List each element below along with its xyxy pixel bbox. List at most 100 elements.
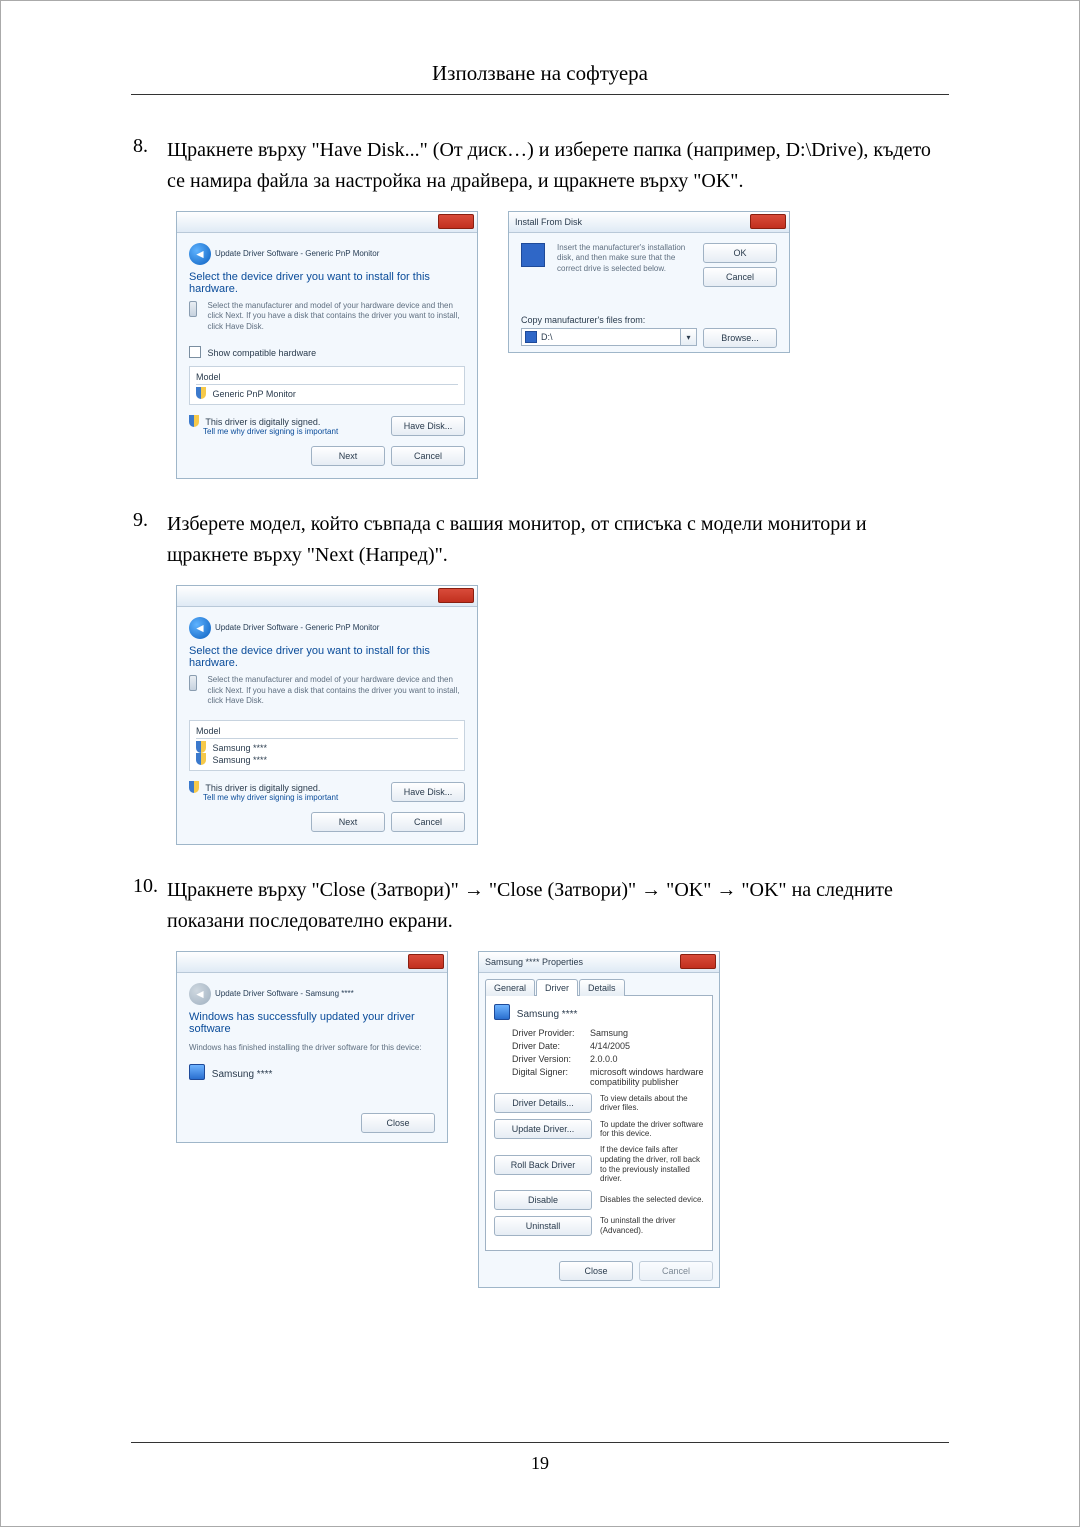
back-icon[interactable]: ◄	[189, 617, 211, 639]
update-driver-desc: To update the driver software for this d…	[600, 1120, 704, 1139]
date-label: Driver Date:	[512, 1041, 590, 1051]
step-9-text: Изберете модел, който съвпада с вашия мо…	[167, 509, 949, 571]
update-driver-window: ◄ Update Driver Software - Generic PnP M…	[176, 211, 478, 479]
driver-details-desc: To view details about the driver files.	[600, 1094, 704, 1113]
have-disk-button[interactable]: Have Disk...	[391, 416, 465, 436]
chevron-down-icon[interactable]: ▾	[680, 329, 696, 345]
signed-shield-icon	[189, 781, 199, 793]
signing-link[interactable]: Tell me why driver signing is important	[203, 793, 338, 802]
driver-details-button[interactable]: Driver Details...	[494, 1093, 592, 1113]
step-9-screenshots: ◄ Update Driver Software - Generic PnP M…	[176, 585, 949, 845]
cancel-button: Cancel	[639, 1261, 713, 1281]
window-titlebar	[177, 212, 477, 233]
model-list: Model Samsung **** Samsung ****	[189, 720, 465, 771]
cancel-button[interactable]: Cancel	[391, 446, 465, 466]
success-desc: Windows has finished installing the driv…	[189, 1043, 435, 1053]
page-title: Използване на софтуера	[131, 61, 949, 86]
tab-details[interactable]: Details	[579, 979, 625, 996]
have-disk-button[interactable]: Have Disk...	[391, 782, 465, 802]
monitor-icon	[189, 1064, 205, 1080]
disable-button[interactable]: Disable	[494, 1190, 592, 1210]
step-10-screenshots: ◄ Update Driver Software - Samsung **** …	[176, 951, 949, 1287]
footer-rule	[131, 1442, 949, 1443]
uninstall-desc: To uninstall the driver (Advanced).	[600, 1216, 704, 1235]
path-value: D:\	[541, 332, 553, 342]
window-titlebar: Samsung **** Properties	[479, 952, 719, 973]
next-button[interactable]: Next	[311, 812, 385, 832]
properties-window: Samsung **** Properties General Driver D…	[478, 951, 720, 1287]
uninstall-button[interactable]: Uninstall	[494, 1216, 592, 1236]
close-icon[interactable]	[680, 954, 716, 969]
success-window: ◄ Update Driver Software - Samsung **** …	[176, 951, 448, 1143]
window-titlebar: Install From Disk	[509, 212, 789, 233]
back-icon[interactable]: ◄	[189, 243, 211, 265]
signing-link[interactable]: Tell me why driver signing is important	[203, 427, 338, 436]
cancel-button[interactable]: Cancel	[703, 267, 777, 287]
shield-icon	[196, 387, 206, 399]
step-9: 9. Изберете модел, който съвпада с вашия…	[131, 509, 949, 571]
next-button[interactable]: Next	[311, 446, 385, 466]
breadcrumb-text: Update Driver Software - Samsung ****	[215, 989, 354, 999]
rollback-button[interactable]: Roll Back Driver	[494, 1155, 592, 1175]
breadcrumb-text: Update Driver Software - Generic PnP Mon…	[215, 249, 379, 259]
model-item-1[interactable]: Samsung ****	[196, 741, 458, 753]
model-header: Model	[196, 726, 458, 739]
step-8-text: Щракнете върху "Have Disk..." (От диск…)…	[167, 135, 949, 197]
window-title-text: Samsung **** Properties	[485, 957, 583, 967]
close-icon[interactable]	[438, 214, 474, 229]
tabs: General Driver Details	[485, 979, 713, 996]
step-8-number: 8.	[131, 135, 167, 197]
ok-button[interactable]: OK	[703, 243, 777, 263]
close-button[interactable]: Close	[361, 1113, 435, 1133]
disable-desc: Disables the selected device.	[600, 1195, 704, 1205]
step-9-number: 9.	[131, 509, 167, 571]
path-dropdown[interactable]: D:\ ▾	[521, 328, 697, 346]
model-item-label: Samsung ****	[213, 755, 268, 765]
shield-icon	[196, 741, 206, 753]
model-item-label: Generic PnP Monitor	[213, 389, 296, 399]
device-name: Samsung ****	[212, 1069, 273, 1080]
wizard-desc: Select the manufacturer and model of you…	[207, 301, 465, 332]
update-driver-button[interactable]: Update Driver...	[494, 1119, 592, 1139]
install-from-disk-window: Install From Disk Insert the manufacture…	[508, 211, 790, 353]
model-header: Model	[196, 372, 458, 385]
close-icon[interactable]	[750, 214, 786, 229]
rollback-desc: If the device fails after updating the d…	[600, 1145, 704, 1183]
window-title-text: Install From Disk	[515, 217, 582, 227]
close-icon[interactable]	[438, 588, 474, 603]
select-model-window: ◄ Update Driver Software - Generic PnP M…	[176, 585, 478, 845]
signer-label: Digital Signer:	[512, 1067, 590, 1087]
step-10-number: 10.	[131, 875, 167, 937]
page-number: 19	[131, 1453, 949, 1474]
header-rule	[131, 94, 949, 95]
window-titlebar	[177, 586, 477, 607]
step-10-text: Щракнете върху "Close (Затвори)" → "Clos…	[167, 875, 949, 937]
success-heading: Windows has successfully updated your dr…	[189, 1011, 435, 1035]
monitor-icon	[494, 1004, 510, 1020]
tab-driver[interactable]: Driver	[536, 979, 578, 996]
drive-icon	[525, 331, 537, 343]
signed-shield-icon	[189, 415, 199, 427]
window-titlebar	[177, 952, 447, 973]
page-footer: 19	[131, 1442, 949, 1474]
model-item-label: Samsung ****	[213, 743, 268, 753]
model-item[interactable]: Generic PnP Monitor	[196, 387, 458, 399]
signed-text: This driver is digitally signed.	[205, 417, 320, 427]
step-10: 10. Щракнете върху "Close (Затвори)" → "…	[131, 875, 949, 937]
shield-icon	[196, 753, 206, 765]
cancel-button[interactable]: Cancel	[391, 812, 465, 832]
close-button[interactable]: Close	[559, 1261, 633, 1281]
provider-value: Samsung	[590, 1028, 704, 1038]
tab-general[interactable]: General	[485, 979, 535, 996]
provider-label: Driver Provider:	[512, 1028, 590, 1038]
model-item-2[interactable]: Samsung ****	[196, 753, 458, 765]
copy-from-label: Copy manufacturer's files from:	[521, 315, 777, 325]
disk-icon	[189, 301, 197, 317]
wizard-desc: Select the manufacturer and model of you…	[207, 675, 465, 706]
breadcrumb-text: Update Driver Software - Generic PnP Mon…	[215, 623, 379, 633]
close-icon[interactable]	[408, 954, 444, 969]
browse-button[interactable]: Browse...	[703, 328, 777, 348]
compatible-checkbox[interactable]	[189, 346, 201, 358]
document-page: Използване на софтуера 8. Щракнете върху…	[0, 0, 1080, 1527]
device-name: Samsung ****	[517, 1009, 578, 1020]
